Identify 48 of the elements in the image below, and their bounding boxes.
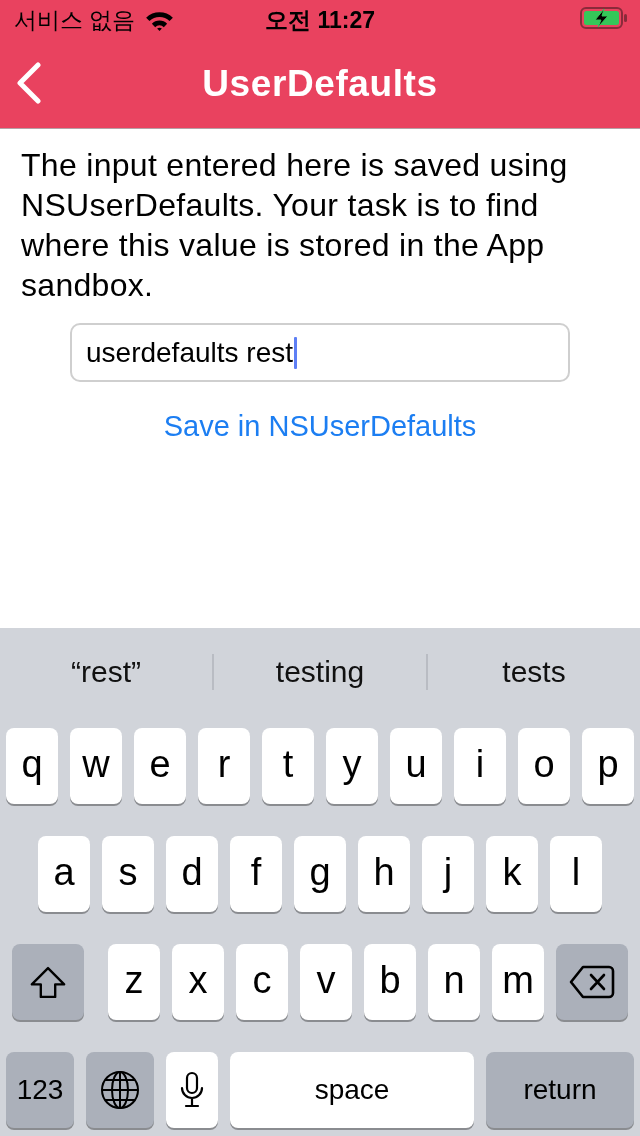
letter-key[interactable]: p (582, 728, 634, 804)
letter-key[interactable]: s (102, 836, 154, 912)
letter-key[interactable]: k (486, 836, 538, 912)
letter-key[interactable]: r (198, 728, 250, 804)
letter-key[interactable]: y (326, 728, 378, 804)
save-button[interactable]: Save in NSUserDefaults (159, 408, 481, 445)
return-key[interactable]: return (486, 1052, 634, 1128)
letter-key[interactable]: x (172, 944, 224, 1020)
dictation-key[interactable] (166, 1052, 218, 1128)
letter-key[interactable]: n (428, 944, 480, 1020)
letter-key[interactable]: f (230, 836, 282, 912)
numbers-key[interactable]: 123 (6, 1052, 74, 1128)
wifi-icon (145, 9, 175, 31)
back-chevron-icon[interactable] (16, 62, 42, 104)
globe-key[interactable] (86, 1052, 154, 1128)
backspace-icon (569, 965, 615, 999)
description-text: The input entered here is saved using NSUserDefaults. Your task is to find where this value is stored in the App sandbox. (20, 146, 569, 305)
shift-key[interactable] (12, 944, 84, 1020)
letter-key[interactable]: a (38, 836, 90, 912)
letter-key[interactable]: e (134, 728, 186, 804)
suggestion-item[interactable]: testing (214, 655, 426, 689)
letter-key[interactable]: h (358, 836, 410, 912)
letter-key[interactable]: d (166, 836, 218, 912)
letter-key[interactable]: j (422, 836, 474, 912)
letter-key[interactable]: g (294, 836, 346, 912)
letter-key[interactable]: v (300, 944, 352, 1020)
text-input-field[interactable]: userdefaults rest (70, 323, 570, 382)
delete-key[interactable] (556, 944, 628, 1020)
letter-key[interactable]: b (364, 944, 416, 1020)
nav-title: UserDefaults (202, 63, 438, 105)
suggestion-item[interactable]: “rest” (0, 655, 212, 689)
microphone-icon (180, 1071, 204, 1109)
letter-key[interactable]: q (6, 728, 58, 804)
letter-key[interactable]: z (108, 944, 160, 1020)
space-key[interactable]: space (230, 1052, 474, 1128)
letter-key[interactable]: w (70, 728, 122, 804)
letter-key[interactable]: t (262, 728, 314, 804)
globe-icon (100, 1070, 140, 1110)
letter-key[interactable]: m (492, 944, 544, 1020)
suggestion-item[interactable]: tests (428, 655, 640, 689)
carrier-text: 서비스 없음 (14, 5, 136, 35)
letter-key[interactable]: o (518, 728, 570, 804)
status-time: 오전 11:27 (265, 5, 375, 35)
letter-key[interactable]: c (236, 944, 288, 1020)
shift-arrow-icon (30, 965, 66, 999)
letter-key[interactable]: l (550, 836, 602, 912)
letter-key[interactable]: u (390, 728, 442, 804)
letter-key[interactable]: i (454, 728, 506, 804)
